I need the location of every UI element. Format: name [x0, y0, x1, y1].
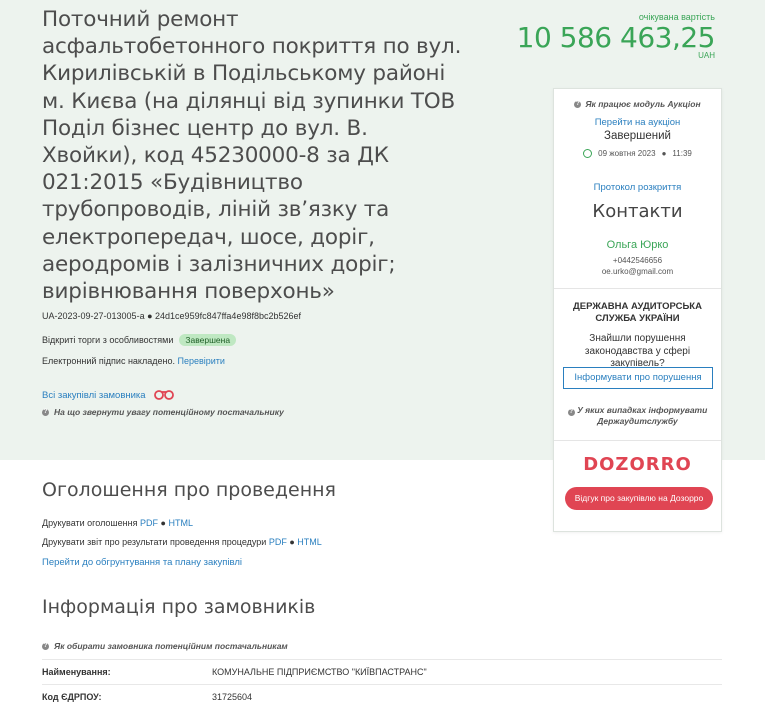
customer-name-value: КОМУНАЛЬНЕ ПІДПРИЄМСТВО "КИЇВПАСТРАНС" — [212, 667, 427, 677]
customer-how-text: Як обирати замовника потенційним постача… — [54, 641, 288, 651]
auction-status: Завершений — [604, 130, 671, 142]
expected-value-amount: 10 586 463,25 — [516, 21, 716, 54]
divider — [42, 659, 722, 660]
print-announcement-row: Друкувати оголошення PDF ● HTML — [42, 518, 193, 528]
binoculars-icon[interactable] — [153, 388, 174, 403]
announcement-heading: Оголошення про проведення — [42, 479, 336, 501]
status-badge: Завершена — [179, 334, 237, 346]
all-purchases-link[interactable]: Всі закупівлі замовника — [42, 390, 146, 401]
print-announcement-pdf-link[interactable]: PDF — [140, 518, 158, 528]
dozorro-logo: DOZORRO — [583, 454, 692, 475]
separator-dot: ● — [147, 311, 156, 321]
status-row: Відкриті торги з особливостями Завершена — [42, 334, 237, 346]
report-violation-button[interactable]: Інформувати про порушення — [563, 367, 713, 389]
dasu-note-row[interactable]: ? У яких випадках інформувати Держаудитс… — [554, 405, 721, 427]
auction-how-row[interactable]: ? Як працює модуль Аукціон — [554, 99, 721, 109]
tender-id-row: UA-2023-09-27-013005-a ● 24d1ce959fc847f… — [42, 311, 301, 321]
attention-note-text: На що звернути увагу потенційному постач… — [54, 407, 284, 417]
print-report-label: Друкувати звіт про результати проведення… — [42, 537, 267, 547]
question-icon: ? — [42, 642, 49, 650]
plan-justification-link[interactable]: Перейти до обгрунтування та плану закупі… — [42, 557, 242, 568]
sidebar-card: ? Як працює модуль Аукціон Перейти на ау… — [553, 88, 722, 532]
dozorro-feedback-button[interactable]: Відгук про закупівлю на Дозорро — [565, 487, 713, 510]
all-purchases-row: Всі закупівлі замовника — [42, 388, 174, 403]
question-icon: ? — [574, 100, 582, 108]
dasu-question: Знайшли порушення законодавства у сфері … — [584, 333, 691, 369]
auction-link-row: Перейти на аукціон — [554, 117, 721, 128]
signature-text: Електронний підпис накладено. — [42, 356, 175, 366]
signature-row: Електронний підпис накладено. Перевірити — [42, 356, 225, 366]
print-announcement-html-link[interactable]: HTML — [168, 518, 193, 528]
question-icon: ? — [567, 409, 575, 416]
print-report-row: Друкувати звіт про результати проведення… — [42, 537, 322, 547]
customer-code-value: 31725604 — [212, 692, 253, 702]
contact-phone: +0442546656 — [612, 256, 663, 265]
attention-note-row[interactable]: ? На що звернути увагу потенційному пост… — [42, 407, 284, 417]
auction-time: 11:39 — [672, 149, 692, 158]
tender-id: UA-2023-09-27-013005-a — [42, 311, 145, 321]
auction-date-row: 09 жовтня 2023 ● 11:39 — [554, 149, 721, 158]
question-icon: ? — [42, 408, 49, 416]
tender-hash: 24d1ce959fc847ffa4e98f8bc2b526ef — [155, 311, 301, 321]
tender-title: Поточний ремонт асфальтобетонного покрит… — [42, 7, 462, 305]
customer-code-row: Код ЄДРПОУ: 31725604 — [42, 692, 702, 702]
customer-name-row: Найменування: КОМУНАЛЬНЕ ПІДПРИЄМСТВО "К… — [42, 667, 702, 677]
procedure-type: Відкриті торги з особливостями — [42, 335, 174, 345]
auction-how-text: Як працює модуль Аукціон — [585, 99, 701, 109]
contact-name: Ольга Юрко — [606, 239, 669, 251]
contact-email: oe.urko@gmail.com — [601, 267, 674, 276]
divider — [554, 288, 721, 289]
dasu-title: ДЕРЖАВНА АУДИТОРСЬКА СЛУЖБА УКРАЇНИ — [573, 301, 702, 324]
print-report-html-link[interactable]: HTML — [297, 537, 322, 547]
dasu-note-text: У яких випадках інформувати Держаудитслу… — [577, 405, 708, 426]
customer-how-row[interactable]: ? Як обирати замовника потенційним поста… — [42, 641, 288, 651]
separator-dot: ● — [661, 149, 667, 158]
print-announcement-label: Друкувати оголошення — [42, 518, 138, 528]
auction-date: 09 жовтня 2023 — [598, 149, 656, 158]
go-to-auction-link[interactable]: Перейти на аукціон — [595, 117, 681, 128]
opening-protocol-link[interactable]: Протокол розкриття — [594, 182, 682, 193]
verify-signature-link[interactable]: Перевірити — [177, 356, 224, 366]
print-report-pdf-link[interactable]: PDF — [269, 537, 287, 547]
protocol-row: Протокол розкриття — [554, 182, 721, 193]
contacts-title: Контакти — [592, 201, 683, 222]
divider — [554, 440, 721, 441]
customer-name-key: Найменування: — [42, 667, 111, 677]
customers-heading: Інформація про замовників — [42, 596, 316, 618]
clock-icon — [583, 149, 593, 158]
customer-code-key: Код ЄДРПОУ: — [42, 692, 102, 702]
expected-value: очікувана вартість 10 586 463,25 UAH — [516, 12, 716, 60]
divider — [42, 684, 722, 685]
